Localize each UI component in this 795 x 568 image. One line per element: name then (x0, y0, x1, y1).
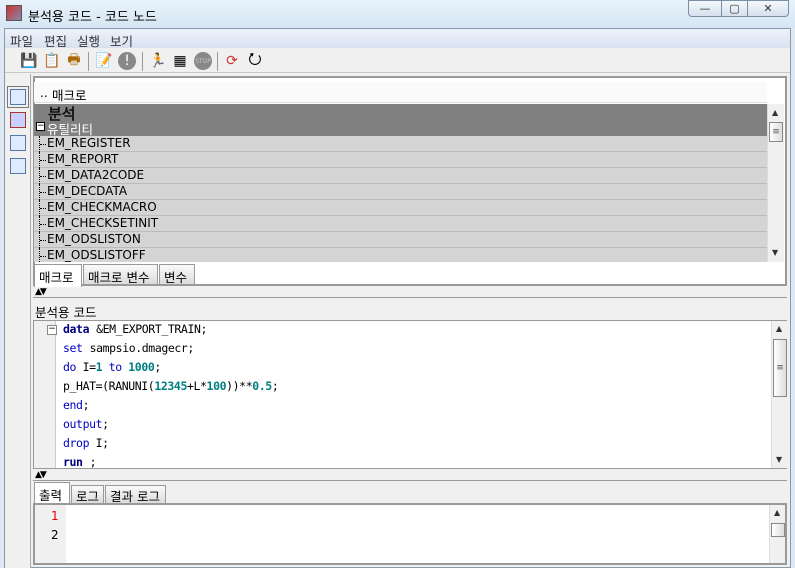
code-token: &EM_EXPORT_TRAIN; (96, 322, 208, 336)
code-token: data (63, 322, 90, 336)
toolbar-separator (88, 52, 89, 71)
maximize-button[interactable]: ▢ (721, 0, 748, 17)
tab-macro-variables[interactable]: 매크로 변수 (83, 264, 158, 285)
app-icon (6, 5, 22, 21)
menu-edit[interactable]: 편집 (44, 31, 67, 50)
code-token: end (63, 398, 83, 412)
macro-header-label: 매크로 (52, 88, 87, 103)
macro-list-item[interactable]: EM_REGISTER (34, 136, 767, 152)
code-token: ; (154, 360, 161, 374)
scroll-up-icon[interactable]: ▲ (774, 508, 780, 517)
code-token: to (102, 360, 129, 374)
code-token: run (63, 455, 83, 469)
menu-bar: 파일 편집 실행 보기 (5, 29, 790, 50)
code-line: run; (63, 455, 96, 469)
chart-icon[interactable] (10, 112, 26, 128)
scroll-down-icon[interactable]: ▼ (772, 248, 778, 257)
collapse-icon[interactable]: − (36, 122, 45, 131)
macro-list-item[interactable]: EM_CHECKSETINIT (34, 216, 767, 232)
print-icon[interactable]: 🖶 (65, 52, 83, 70)
code-token: 100 (206, 379, 227, 393)
menu-run[interactable]: 실행 (77, 31, 100, 50)
code-line: output; (63, 417, 109, 431)
code-line: set sampsio.dmagecr; (63, 341, 194, 355)
code-token: ; (89, 455, 97, 469)
macro-tree[interactable]: 분석 − 유틸리티 EM_REGISTER EM_REPORT EM_DATA2CO… (34, 104, 767, 262)
code-token: +L* (186, 379, 207, 393)
macro-list-item[interactable]: EM_DATA2CODE (34, 168, 767, 184)
output-scrollbar[interactable]: ▲ (769, 505, 785, 563)
scroll-thumb[interactable]: ≡ (769, 122, 783, 142)
code-editor[interactable]: − data &EM_EXPORT_TRAIN;set sampsio.dmagec… (33, 320, 787, 469)
report-icon[interactable] (10, 135, 26, 151)
info-icon[interactable]: ! (118, 52, 136, 70)
code-token: I= (76, 360, 96, 374)
code-token: ))** (226, 379, 253, 393)
reset-icon[interactable]: ⭮ (246, 49, 264, 70)
tab-variables[interactable]: 변수 (159, 264, 195, 285)
code-token: sampsio.dmagecr; (89, 341, 195, 355)
code-token: output (63, 417, 103, 431)
minimize-button[interactable]: — (688, 0, 722, 17)
code-line: do I=1 to 1000; (63, 360, 161, 374)
code-token: 0.5 (252, 379, 272, 393)
scroll-thumb[interactable]: ≡ (773, 339, 787, 397)
code-token: ; (102, 417, 109, 431)
copy-icon[interactable]: 📋 (43, 52, 61, 70)
scroll-thumb[interactable] (771, 523, 785, 537)
scroll-up-icon[interactable]: ▲ (776, 324, 782, 333)
run-icon[interactable]: 🏃 (149, 52, 167, 70)
code-line: p_HAT=(RANUNI(12345+L*100))**0.5; (63, 379, 279, 393)
code-line: drop I; (63, 436, 109, 450)
run-macro-icon[interactable]: 📝 (95, 52, 113, 70)
toolbar: 💾 📋 🖶 📝 ! 🏃 ▦ STOP ⟳ ⭮ (5, 49, 790, 73)
tab-log[interactable]: 로그 (71, 485, 104, 504)
close-button[interactable]: ✕ (747, 0, 789, 17)
output-area[interactable]: 1 2 ▲ (33, 503, 787, 565)
left-icon-strip (5, 74, 31, 568)
save-icon[interactable]: 💾 (20, 52, 38, 70)
code-token: I; (89, 436, 109, 450)
code-line: data &EM_EXPORT_TRAIN; (63, 322, 207, 336)
toolbar-separator (142, 52, 143, 71)
line-number: 2 (51, 528, 59, 542)
scroll-down-icon[interactable]: ▼ (776, 455, 782, 464)
tab-macro[interactable]: 매크로 (34, 264, 82, 287)
code-token: ; (271, 379, 279, 393)
macro-list-item[interactable]: EM_DECDATA (34, 184, 767, 200)
macro-scrollbar[interactable]: ▲ ≡ ▼ (767, 104, 784, 262)
code-token: 12345 (154, 379, 187, 393)
macro-list-item[interactable]: EM_REPORT (34, 152, 767, 168)
code-line: end; (63, 398, 89, 412)
menu-file[interactable]: 파일 (10, 31, 33, 50)
code-token: drop (63, 436, 90, 450)
splitter-arrows-icon[interactable]: ▲▼ (35, 287, 47, 297)
code-token: ; (82, 398, 90, 412)
window-title: 분석용 코드 - 코드 노드 (28, 10, 157, 25)
macro-header: .. 매크로 (34, 82, 767, 103)
macro-list-item[interactable]: EM_CHECKMACRO (34, 200, 767, 216)
line-number: 1 (51, 509, 59, 523)
code-token: do (63, 360, 77, 374)
tab-output[interactable]: 출력 (34, 482, 70, 504)
code-token: 1000 (128, 360, 155, 374)
tab-result-log[interactable]: 결과 로그 (105, 485, 166, 504)
code-scrollbar[interactable]: ▲ ≡ ▼ (771, 321, 787, 468)
fold-icon[interactable]: − (47, 325, 57, 335)
scroll-up-icon[interactable]: ▲ (772, 108, 778, 117)
stop-icon[interactable]: STOP (194, 52, 212, 70)
code-token: p_HAT=(RANUNI( (63, 379, 155, 393)
code-panel-label: 분석용 코드 (35, 305, 97, 320)
splitter-arrows-icon[interactable]: ▲▼ (35, 470, 47, 480)
code-token: set (63, 341, 83, 355)
list-icon[interactable] (10, 158, 26, 174)
menu-view[interactable]: 보기 (110, 31, 133, 50)
macro-list-item[interactable]: EM_ODSLISTOFF (34, 248, 767, 262)
results-icon[interactable]: ▦ (171, 52, 189, 70)
macro-list-item[interactable]: EM_ODSLISTON (34, 232, 767, 248)
document-icon[interactable] (7, 86, 29, 108)
toolbar-separator (217, 52, 218, 71)
refresh-icon[interactable]: ⟳ (223, 52, 241, 70)
